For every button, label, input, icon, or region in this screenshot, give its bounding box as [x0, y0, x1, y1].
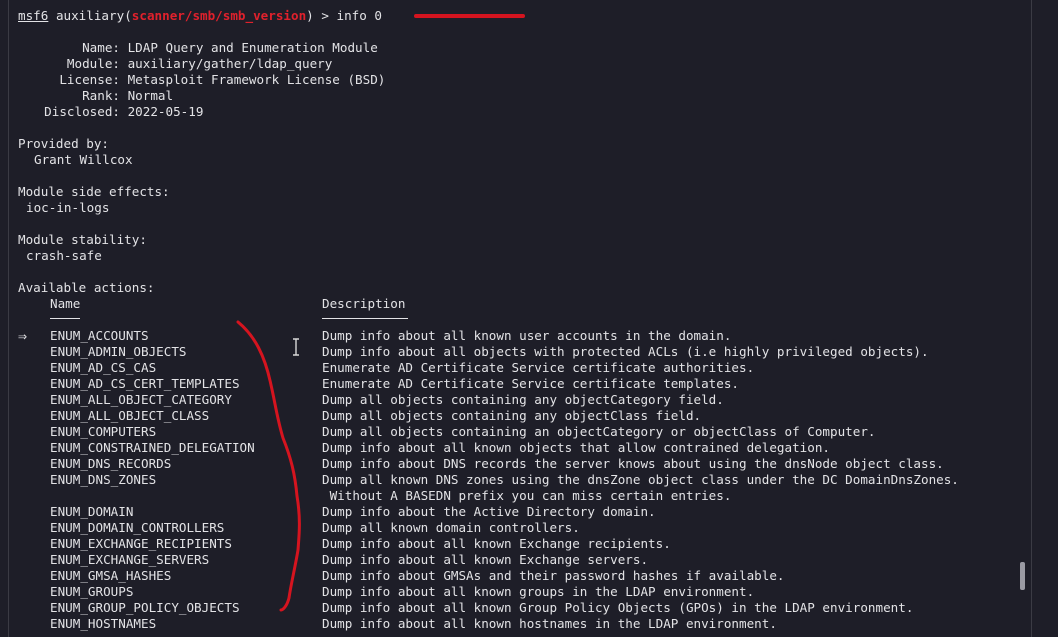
action-description: Dump info about all known hostnames in t… [322, 616, 777, 631]
actions-col-desc-header: Description [322, 296, 406, 311]
action-name: ENUM_ALL_OBJECT_CATEGORY [50, 392, 232, 407]
info-rank-value: Normal [127, 88, 174, 103]
terminal-window[interactable]: msf6 auxiliary(scanner/smb/smb_version) … [8, 0, 1032, 637]
actions-col-name-header: Name [50, 296, 81, 311]
info-license-label: License: [59, 72, 120, 87]
action-description: Dump all known DNS zones using the dnsZo… [322, 472, 959, 487]
action-name: ENUM_DOMAIN_CONTROLLERS [50, 520, 225, 535]
scrollbar[interactable] [1022, 0, 1030, 637]
action-name: ENUM_COMPUTERS [50, 424, 157, 439]
action-name: ENUM_ADMIN_OBJECTS [50, 344, 187, 359]
action-description: Dump all objects containing any objectCa… [322, 392, 724, 407]
info-module-line: Module: auxiliary/gather/ldap_query [18, 56, 332, 72]
prompt-module-word: auxiliary [55, 8, 125, 23]
info-name-line: Name: LDAP Query and Enumeration Module [18, 40, 378, 56]
provided-by-author: Grant Willcox [34, 152, 133, 167]
info-name-label: Name: [82, 40, 120, 55]
info-license-line: License: Metasploit Framework License (B… [18, 72, 385, 88]
double-arrow-icon: ⇒ [18, 327, 28, 345]
stability-header: Module stability: [18, 232, 147, 247]
prompt-prefix: msf6 [18, 8, 49, 23]
action-description: Dump all known domain controllers. [322, 520, 580, 535]
prompt-command: > info 0 [313, 8, 383, 23]
action-description: Dump info about the Active Directory dom… [322, 504, 656, 519]
action-description: Dump info about DNS records the server k… [322, 456, 944, 471]
info-module-label: Module: [66, 56, 120, 71]
action-name: ENUM_GROUP_POLICY_OBJECTS [50, 600, 240, 615]
action-description: Dump info about all known objects that a… [322, 440, 830, 455]
action-description: Dump info about all known groups in the … [322, 584, 755, 599]
action-description: Dump info about all objects with protect… [322, 344, 929, 359]
info-disclosed-label: Disclosed: [44, 104, 120, 119]
action-name: ENUM_AD_CS_CERT_TEMPLATES [50, 376, 240, 391]
info-rank-line: Rank: Normal [18, 88, 173, 104]
desc-header-underline [322, 318, 408, 319]
action-name: ENUM_GROUPS [50, 584, 134, 599]
action-name: ENUM_CONSTRAINED_DELEGATION [50, 440, 255, 455]
prompt-open-paren: ( [124, 8, 132, 23]
info-disclosed-value: 2022-05-19 [127, 104, 204, 119]
stability-value: crash-safe [26, 248, 102, 263]
action-description: Enumerate AD Certificate Service certifi… [322, 376, 740, 391]
action-name: ENUM_DNS_ZONES [50, 472, 157, 487]
actions-header: Available actions: [18, 280, 155, 295]
info-name-value: LDAP Query and Enumeration Module [127, 40, 378, 55]
info-module-value: auxiliary/gather/ldap_query [127, 56, 333, 71]
side-effects-header: Module side effects: [18, 184, 170, 199]
info-rank-label: Rank: [82, 88, 120, 103]
action-name: ENUM_GMSA_HASHES [50, 568, 172, 583]
action-description: Without A BASEDN prefix you can miss cer… [322, 488, 732, 503]
action-name: ENUM_ALL_OBJECT_CLASS [50, 408, 210, 423]
action-name: ENUM_EXCHANGE_RECIPIENTS [50, 536, 232, 551]
prompt-module-path: scanner/smb/smb_version [131, 8, 307, 23]
prompt-close-paren: ) [306, 8, 314, 23]
scrollbar-thumb[interactable] [1020, 562, 1025, 590]
action-description: Dump all objects containing an objectCat… [322, 424, 876, 439]
action-description: Dump info about all known Group Policy O… [322, 600, 914, 615]
name-header-underline [50, 318, 80, 319]
action-description: Dump info about GMSAs and their password… [322, 568, 785, 583]
action-description: Enumerate AD Certificate Service certifi… [322, 360, 755, 375]
red-bracket-stroke [236, 320, 301, 612]
text-cursor-icon [293, 338, 299, 356]
action-name: ENUM_ACCOUNTS [50, 328, 149, 343]
action-description: Dump info about all known Exchange recip… [322, 536, 671, 551]
action-name: ENUM_HOSTNAMES [50, 616, 157, 631]
prompt-line: msf6 auxiliary(scanner/smb/smb_version) … [18, 8, 382, 24]
action-description: Dump info about all known Exchange serve… [322, 552, 649, 567]
action-name: ENUM_AD_CS_CAS [50, 360, 157, 375]
info-disclosed-line: Disclosed: 2022-05-19 [18, 104, 203, 120]
provided-by-header: Provided by: [18, 136, 109, 151]
action-name: ENUM_EXCHANGE_SERVERS [50, 552, 210, 567]
action-name: ENUM_DOMAIN [50, 504, 134, 519]
side-effects-value: ioc-in-logs [26, 200, 110, 215]
action-description: Dump all objects containing any objectCl… [322, 408, 702, 423]
info-license-value: Metasploit Framework License (BSD) [127, 72, 386, 87]
action-description: Dump info about all known user accounts … [322, 328, 732, 343]
action-name: ENUM_DNS_RECORDS [50, 456, 172, 471]
